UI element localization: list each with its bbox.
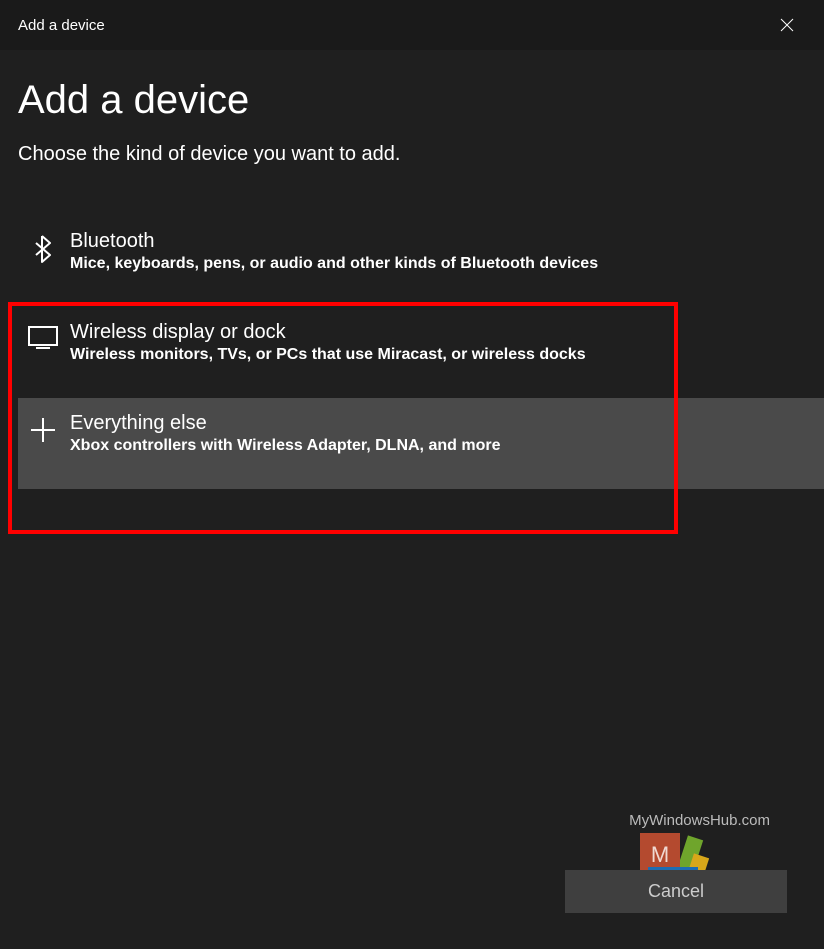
option-description: Mice, keyboards, pens, or audio and othe…	[70, 255, 824, 273]
option-title: Bluetooth	[70, 230, 824, 253]
cancel-button[interactable]: Cancel	[565, 870, 787, 913]
option-title: Everything else	[70, 412, 824, 435]
close-icon	[780, 18, 794, 32]
plus-icon	[22, 412, 64, 444]
option-wireless-display[interactable]: Wireless display or dock Wireless monito…	[18, 307, 824, 398]
display-icon	[22, 321, 64, 349]
option-description: Xbox controllers with Wireless Adapter, …	[70, 437, 824, 455]
bluetooth-icon	[22, 230, 64, 264]
window-title: Add a device	[18, 17, 105, 34]
page-title: Add a device	[18, 78, 806, 123]
watermark-text: MyWindowsHub.com	[629, 812, 770, 829]
dialog-content: Add a device Choose the kind of device y…	[0, 50, 824, 489]
option-bluetooth[interactable]: Bluetooth Mice, keyboards, pens, or audi…	[18, 216, 824, 307]
titlebar: Add a device	[0, 0, 824, 50]
option-everything-else[interactable]: Everything else Xbox controllers with Wi…	[18, 398, 824, 489]
option-description: Wireless monitors, TVs, or PCs that use …	[70, 346, 824, 364]
page-subtitle: Choose the kind of device you want to ad…	[18, 143, 806, 166]
option-title: Wireless display or dock	[70, 321, 824, 344]
close-button[interactable]	[764, 9, 810, 41]
